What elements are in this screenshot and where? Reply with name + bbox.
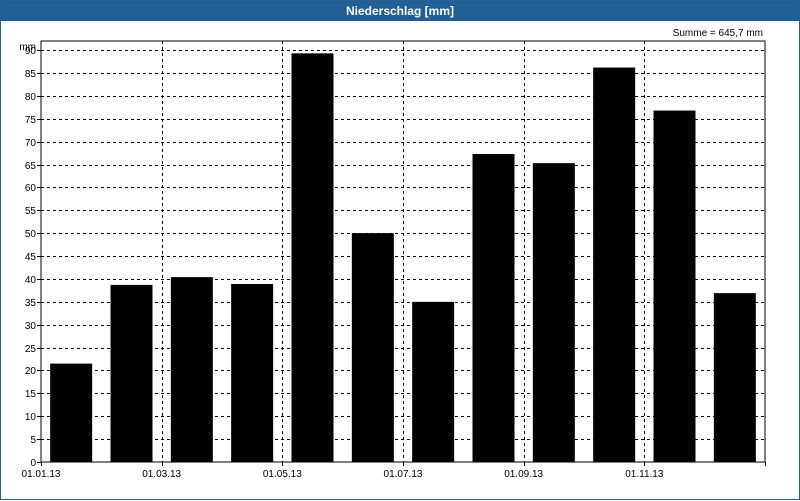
y-tick-label: 15 (25, 389, 37, 400)
bar-12 (713, 293, 756, 462)
y-tick-label: 50 (25, 229, 37, 240)
y-tick-label: 20 (25, 366, 37, 377)
bar-7 (412, 301, 455, 462)
y-tick-label: 25 (25, 344, 37, 355)
y-tick-label: 10 (25, 412, 37, 423)
bar-6 (351, 233, 394, 462)
y-tick-label: 80 (25, 92, 37, 103)
y-tick-label: 40 (25, 275, 37, 286)
y-tick-label: 30 (25, 321, 37, 332)
bar-2 (110, 284, 153, 462)
bar-3 (170, 277, 213, 462)
bar-10 (593, 67, 636, 462)
y-tick-label: 75 (25, 115, 37, 126)
x-tick-label: 01.01.13 (22, 469, 61, 480)
x-tick-label: 01.03.13 (142, 469, 181, 480)
bar-5 (291, 53, 334, 462)
y-tick-label: 60 (25, 183, 37, 194)
bar-8 (472, 154, 515, 462)
y-tick-label: 85 (25, 69, 37, 80)
x-tick-label: 01.07.13 (384, 469, 423, 480)
bar-4 (231, 283, 274, 462)
bar-9 (532, 163, 575, 462)
y-tick-label: 65 (25, 161, 37, 172)
x-tick-label: 01.11.13 (625, 469, 664, 480)
chart-window: Niederschlag [mm] 0 5 10 15 20 25 30 35 40 45 50 55… (0, 0, 800, 500)
y-axis-label: mm (19, 42, 36, 53)
sum-annotation: Summe = 645,7 mm (673, 28, 763, 39)
y-tick-label: 0 (30, 458, 36, 469)
x-tick-label: 01.09.13 (504, 469, 543, 480)
y-tick-label: 5 (30, 435, 36, 446)
y-tick-label: 45 (25, 252, 37, 263)
y-tick-label: 35 (25, 298, 37, 309)
bar-1 (50, 363, 93, 462)
chart: 051015202530354045505560657075808590mmSu… (19, 28, 766, 480)
x-tick-label: 01.05.13 (263, 469, 302, 480)
bar-11 (653, 110, 696, 462)
y-tick-label: 55 (25, 206, 37, 217)
y-tick-label: 70 (25, 138, 37, 149)
